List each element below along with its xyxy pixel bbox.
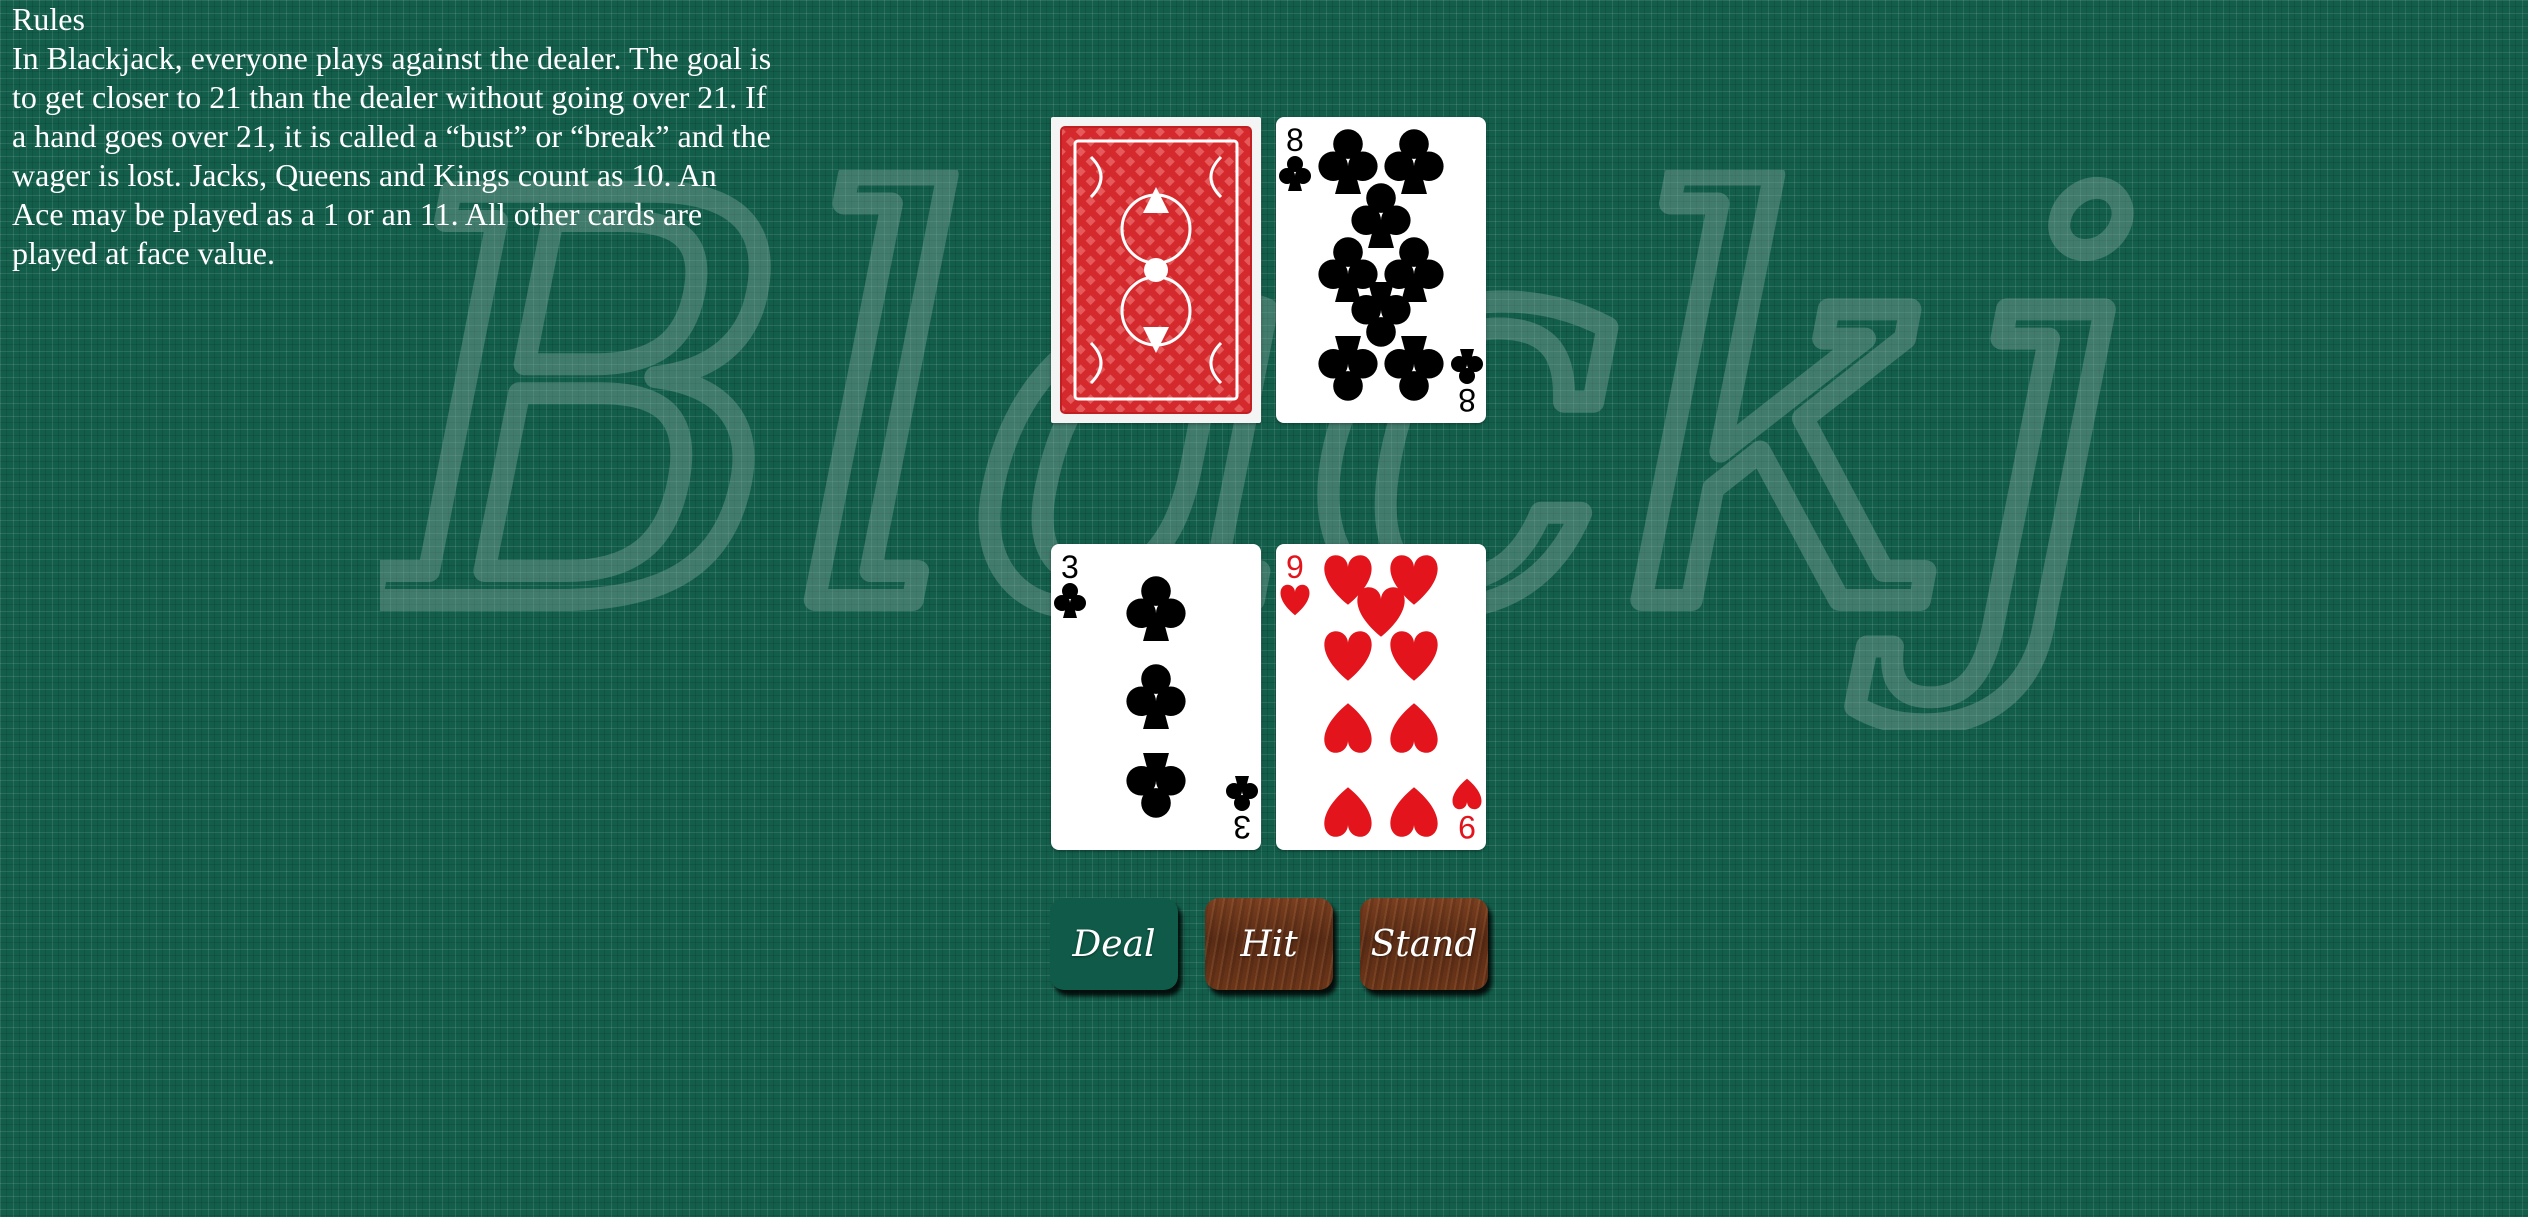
hit-button[interactable]: Hit [1205,898,1333,990]
player-card-9-hearts: 9 9 [1276,544,1486,850]
club-icon [1279,156,1311,191]
stand-button[interactable]: Stand [1360,898,1488,990]
heart-icon [1280,584,1310,616]
card-back-pattern [1060,126,1252,414]
rules-text: In Blackjack, everyone plays against the… [12,40,772,271]
club-icon [1054,583,1086,618]
rank-top: 8 [1286,122,1304,158]
card-face-3-clubs: 3 3 [1054,549,1258,845]
rank-bottom: 9 [1458,809,1476,845]
rules-title: Rules [12,1,85,37]
deal-button[interactable]: Deal [1050,898,1178,990]
rank-top: 3 [1061,549,1079,585]
card-face-9-hearts: 9 9 [1280,549,1482,845]
rank-bottom: 3 [1233,809,1251,845]
rules-panel: Rules In Blackjack, everyone plays again… [12,0,772,273]
rank-top: 9 [1286,549,1304,585]
rank-bottom: 8 [1458,382,1476,418]
dealer-card-face-down [1051,117,1261,423]
card-face-8-clubs: 8 8 [1279,122,1483,418]
dealer-card-8-clubs: 8 8 [1276,117,1486,423]
player-card-3-clubs: 3 3 [1051,544,1261,850]
